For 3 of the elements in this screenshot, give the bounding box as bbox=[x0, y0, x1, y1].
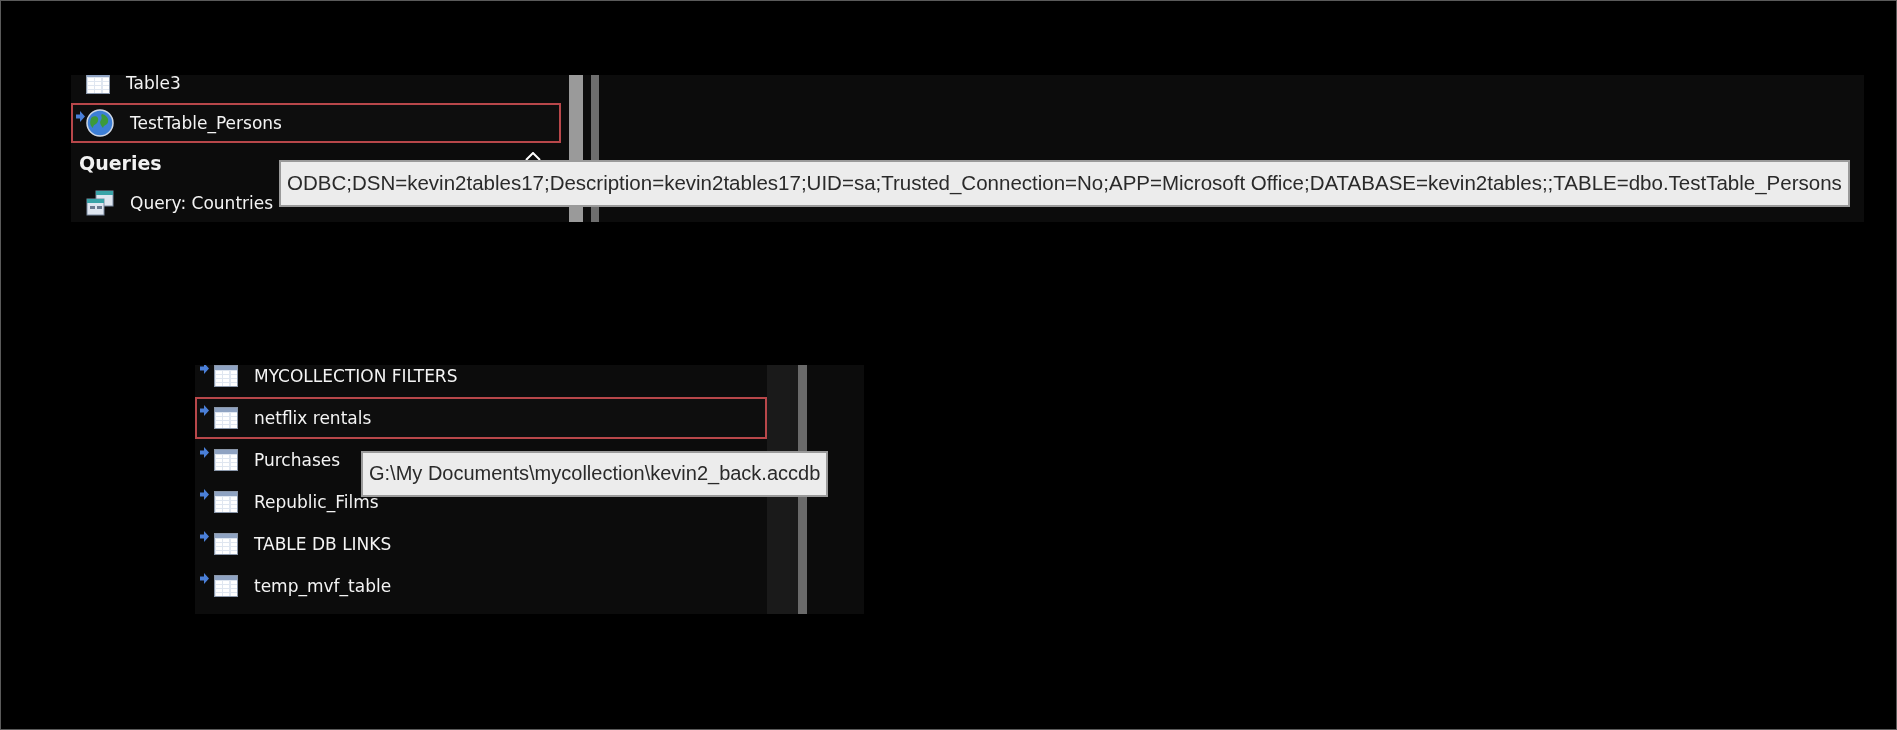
section-header: Queries bbox=[79, 152, 162, 174]
tooltip: G:\My Documents\mycollection\kevin2_back.accdb bbox=[361, 451, 829, 497]
tooltip: ODBC;DSN=kevin2tables17;Description=kevin2tables17;UID=sa;Trusted_Connection=No;APP=Microsoft Office;DATABASE=kevin2tables;;TABLE=dbo.TestTable_Persons bbox=[279, 160, 1850, 207]
